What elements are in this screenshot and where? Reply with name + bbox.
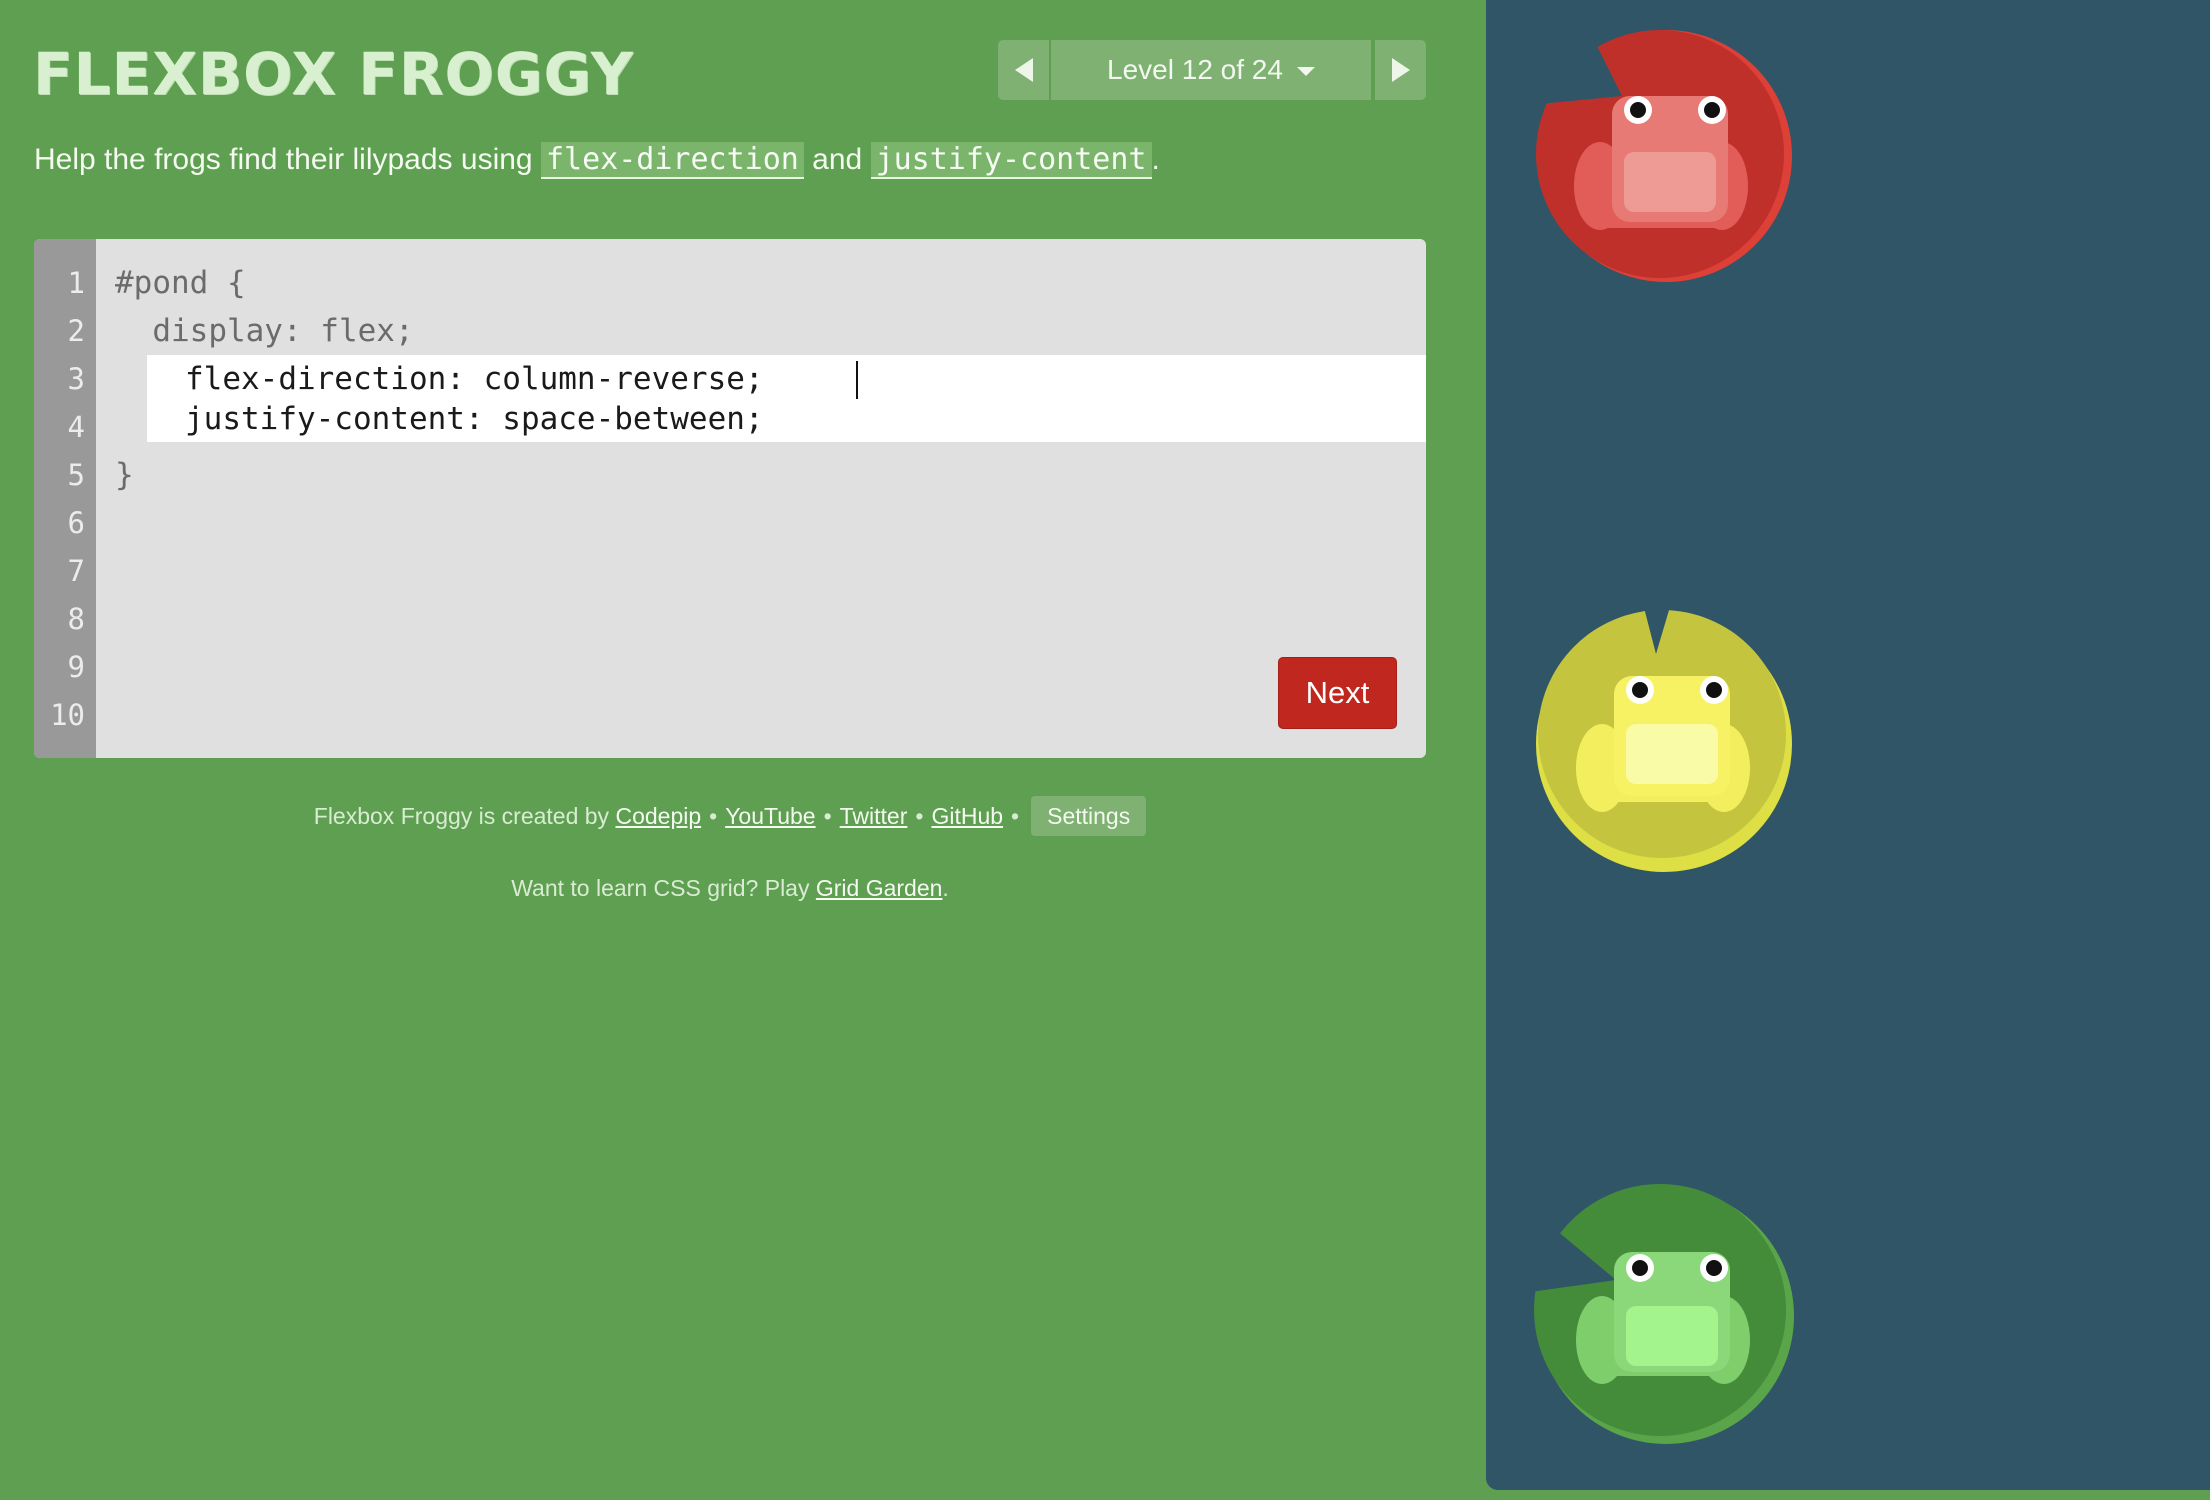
link-youtube[interactable]: YouTube bbox=[725, 803, 815, 829]
text-cursor bbox=[856, 361, 858, 399]
instructions-suffix: . bbox=[1151, 143, 1160, 176]
code-line-selector: #pond { bbox=[115, 265, 246, 301]
link-codepip[interactable]: Codepip bbox=[615, 803, 701, 829]
green-frog-icon bbox=[1530, 1184, 1794, 1444]
sidebar: FLEXBOX FROGGY Level 12 of 24 Help the f… bbox=[0, 0, 1486, 1500]
separator-dot: • bbox=[709, 803, 718, 829]
arrow-left-icon bbox=[1015, 58, 1033, 82]
arrow-right-icon bbox=[1392, 58, 1410, 82]
yellow-frog-icon bbox=[1536, 600, 1792, 872]
code-input-box[interactable] bbox=[147, 355, 1426, 442]
code-input[interactable] bbox=[147, 355, 1426, 442]
line-number: 3 bbox=[67, 362, 85, 396]
credits: Flexbox Froggy is created by Codepip • You… bbox=[0, 796, 1460, 836]
code-line-closing-brace: } bbox=[115, 457, 134, 493]
line-number: 4 bbox=[67, 410, 85, 444]
link-github[interactable]: GitHub bbox=[931, 803, 1003, 829]
line-number: 2 bbox=[67, 314, 85, 348]
settings-button[interactable]: Settings bbox=[1031, 796, 1147, 836]
red-frog-icon bbox=[1536, 30, 1792, 282]
level-label: Level 12 of 24 bbox=[1107, 54, 1283, 85]
caret-down-icon bbox=[1296, 67, 1315, 77]
page-title: FLEXBOX FROGGY bbox=[33, 40, 634, 108]
code-line-display: display: flex; bbox=[115, 313, 414, 349]
separator-dot: • bbox=[915, 803, 924, 829]
next-level-button[interactable] bbox=[1375, 40, 1426, 100]
line-number: 7 bbox=[67, 554, 85, 588]
level-navigation: Level 12 of 24 bbox=[998, 40, 1426, 100]
line-number: 9 bbox=[67, 650, 85, 684]
pond bbox=[1486, 0, 2210, 1490]
next-button[interactable]: Next bbox=[1278, 657, 1397, 729]
keyword-justify-content: justify-content bbox=[870, 142, 1152, 179]
link-grid-garden[interactable]: Grid Garden bbox=[816, 875, 943, 901]
level-dropdown[interactable]: Level 12 of 24 bbox=[1051, 40, 1371, 100]
link-twitter[interactable]: Twitter bbox=[840, 803, 908, 829]
instructions: Help the frogs find their lilypads using… bbox=[34, 136, 1160, 184]
line-number: 1 bbox=[67, 266, 85, 300]
grid-garden-promo: Want to learn CSS grid? Play Grid Garden… bbox=[0, 870, 1460, 906]
promo-suffix: . bbox=[942, 875, 949, 901]
line-number: 5 bbox=[67, 458, 85, 492]
css-editor: 1 2 3 4 5 6 7 8 9 10 #pond { display: fl… bbox=[34, 239, 1426, 758]
credits-prefix: Flexbox Froggy is created by bbox=[313, 803, 616, 829]
line-number: 6 bbox=[67, 506, 85, 540]
line-number: 8 bbox=[67, 602, 85, 636]
previous-level-button[interactable] bbox=[998, 40, 1049, 100]
separator-dot: • bbox=[1011, 803, 1020, 829]
line-numbers: 1 2 3 4 5 6 7 8 9 10 bbox=[34, 239, 96, 758]
instructions-prefix: Help the frogs find their lilypads using bbox=[34, 143, 541, 176]
keyword-flex-direction: flex-direction bbox=[540, 142, 804, 179]
line-number: 10 bbox=[50, 698, 85, 732]
promo-prefix: Want to learn CSS grid? Play bbox=[511, 875, 816, 901]
instructions-mid: and bbox=[803, 143, 871, 176]
separator-dot: • bbox=[823, 803, 832, 829]
